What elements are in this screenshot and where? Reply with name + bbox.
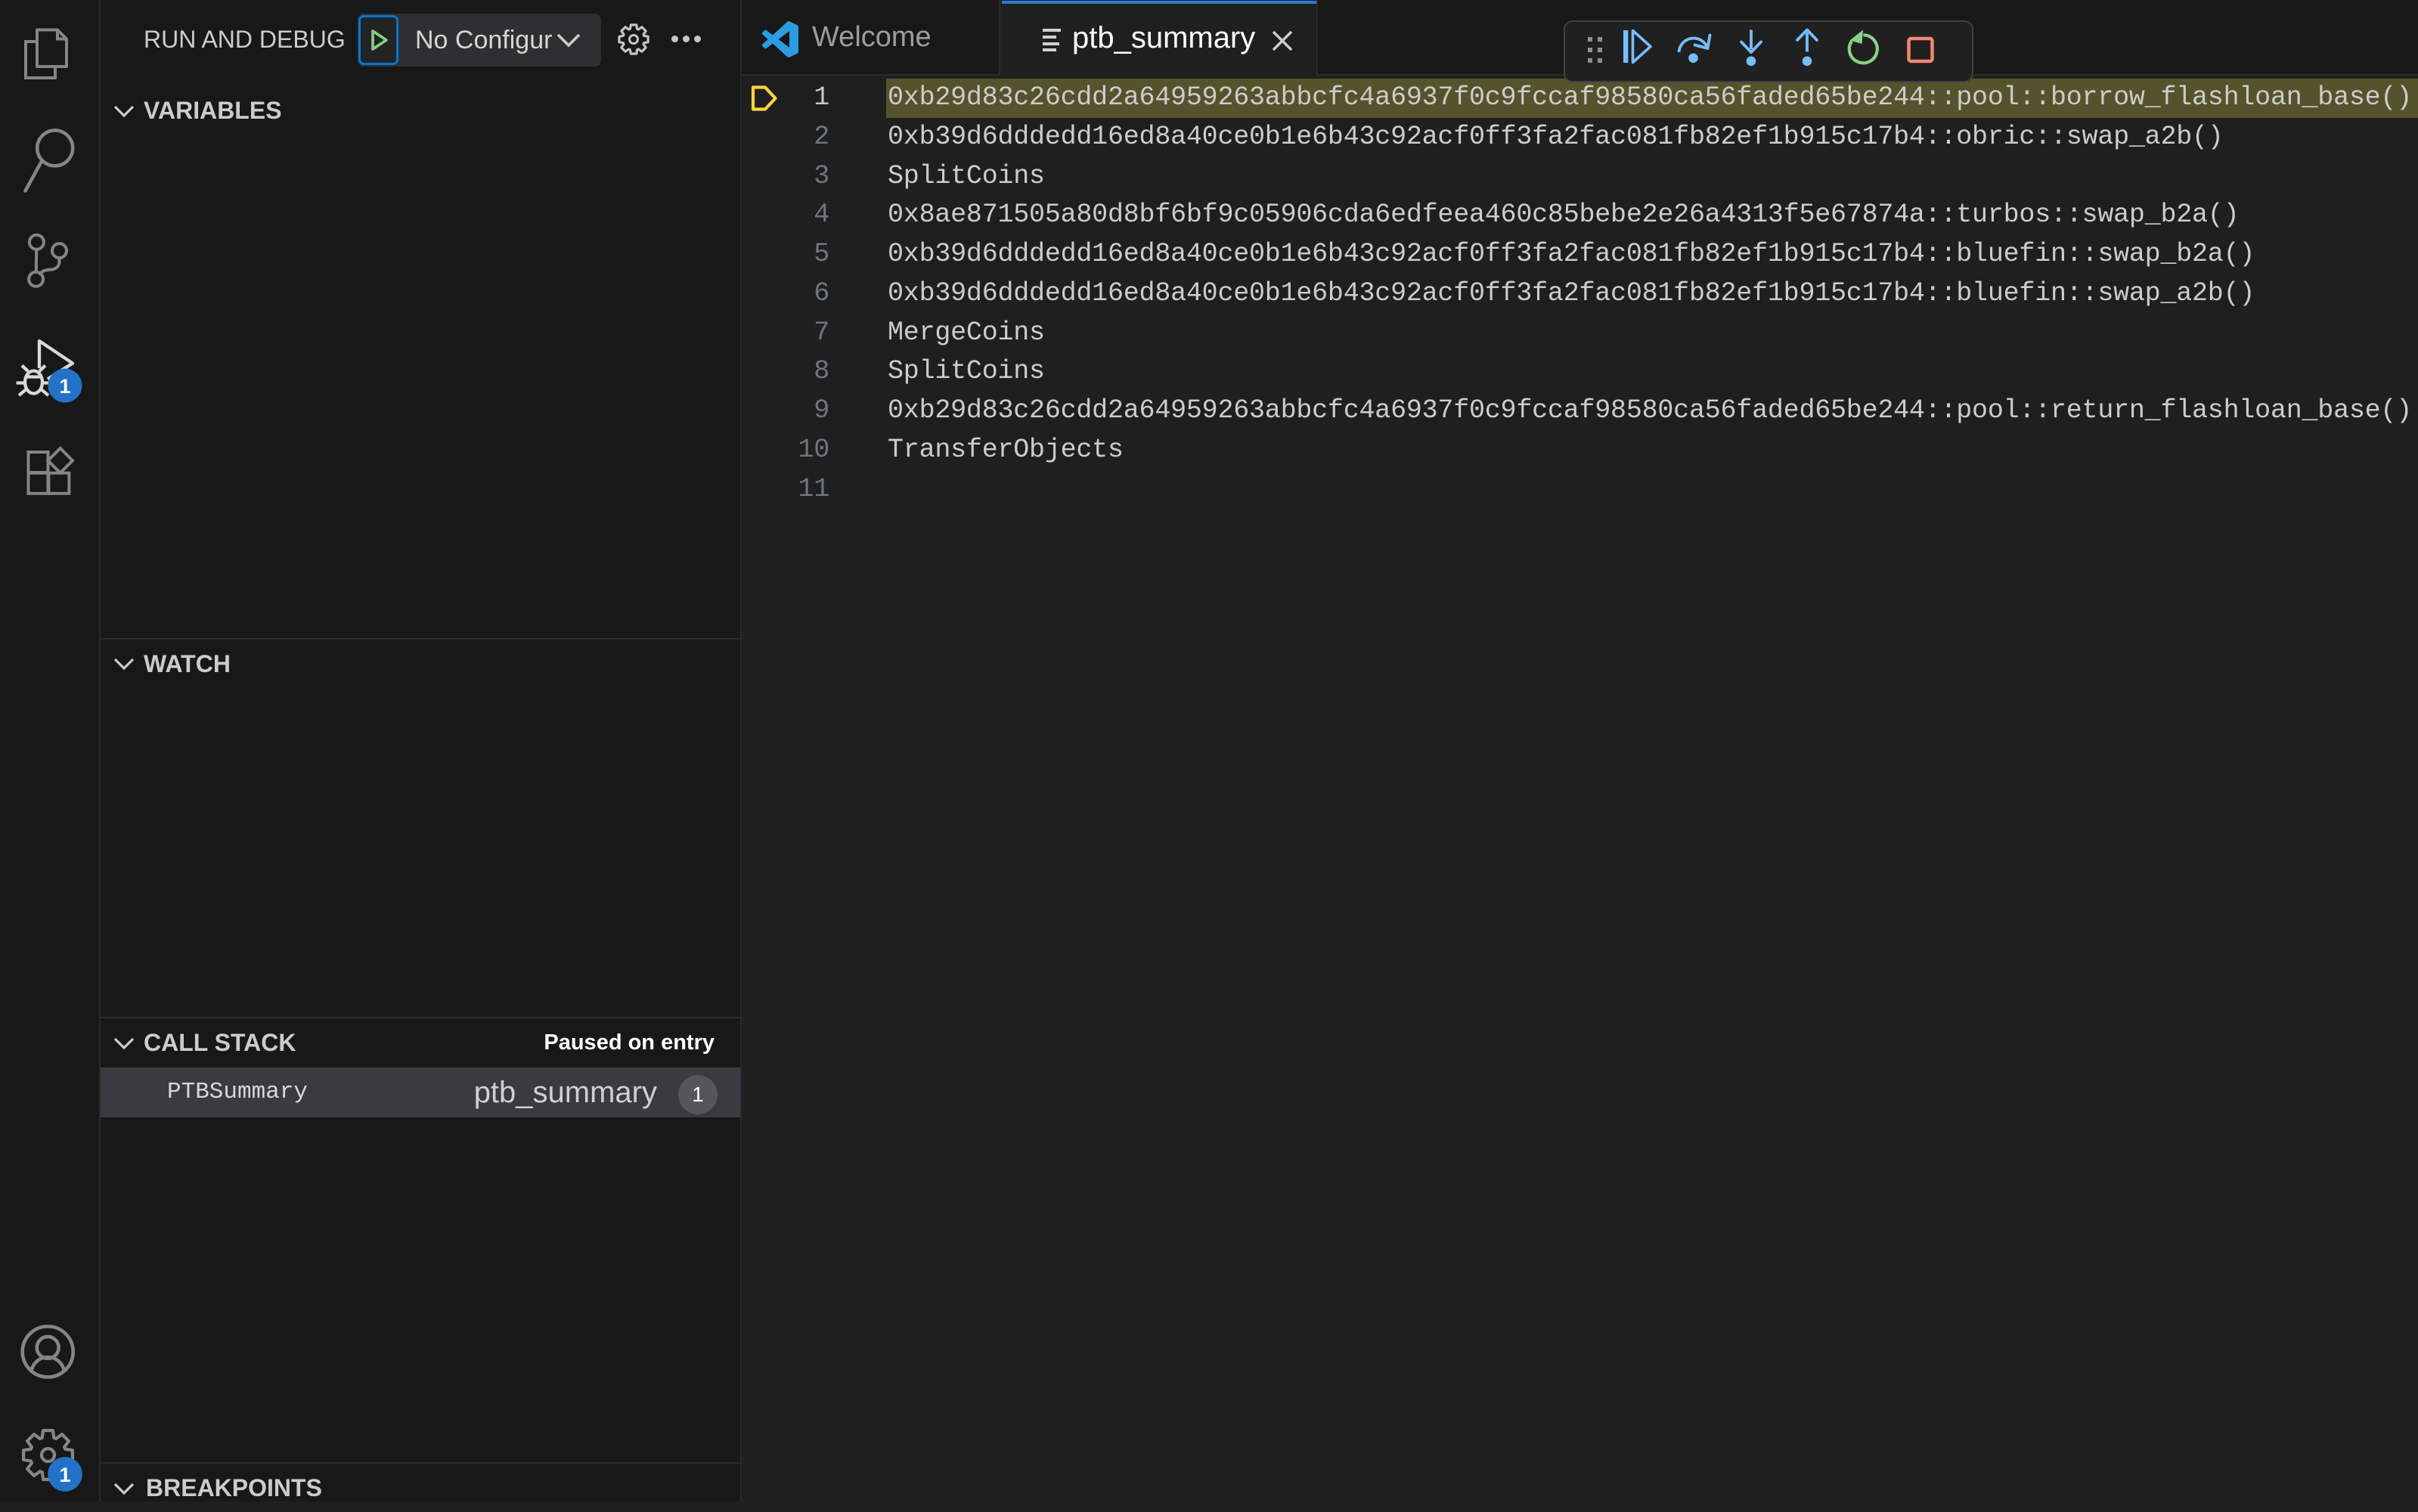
svg-text:1: 1	[59, 375, 70, 398]
svg-text:1: 1	[59, 1464, 70, 1486]
